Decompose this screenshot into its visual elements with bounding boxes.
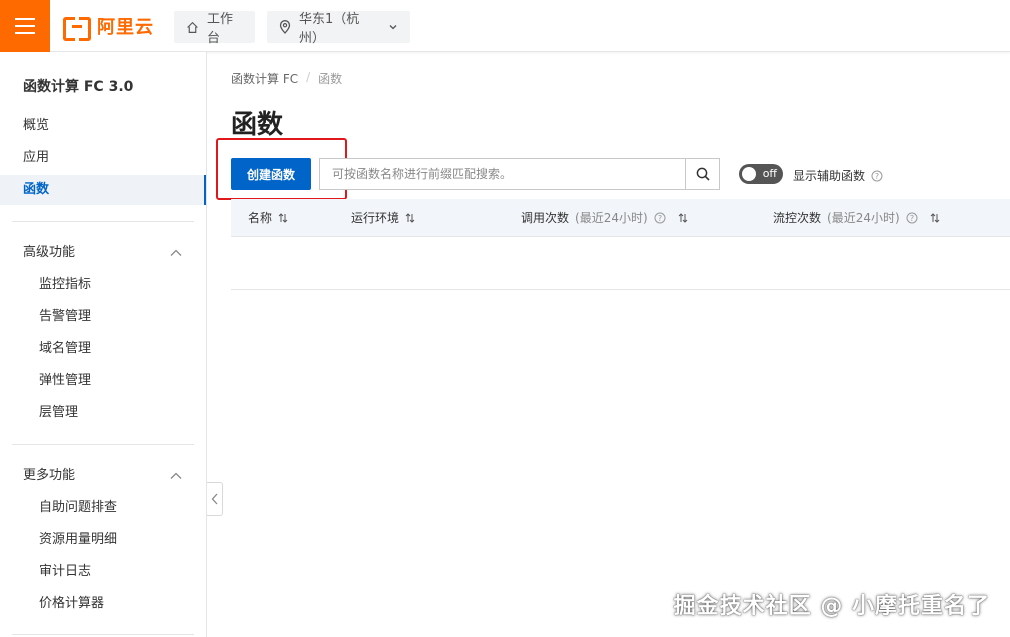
sort-icon[interactable] — [930, 213, 940, 223]
toggle-label-text: 显示辅助函数 — [793, 169, 866, 183]
search-icon — [696, 167, 710, 181]
location-pin-icon — [279, 20, 291, 34]
menu-icon[interactable] — [0, 0, 50, 52]
workbench-button[interactable]: 工作台 — [174, 11, 255, 46]
sidebar-item-apps[interactable]: 应用 — [0, 143, 206, 173]
sidebar-item-monitoring[interactable]: 监控指标 — [0, 270, 206, 300]
sort-icon[interactable] — [678, 213, 688, 223]
search-input[interactable] — [320, 159, 685, 189]
workbench-label: 工作台 — [207, 12, 234, 46]
svg-text:?: ? — [658, 214, 662, 223]
sidebar-item-overview[interactable]: 概览 — [0, 111, 206, 141]
aliyun-logo-icon — [63, 17, 91, 41]
breadcrumb-current: 函数 — [318, 72, 343, 86]
chevron-up-icon — [170, 249, 182, 256]
home-icon — [187, 21, 198, 33]
chevron-left-icon — [211, 493, 217, 505]
sidebar-item-elastic[interactable]: 弹性管理 — [0, 366, 206, 396]
svg-text:?: ? — [875, 171, 879, 180]
help-icon[interactable]: ? — [906, 212, 918, 224]
sidebar-item-price-calculator[interactable]: 价格计算器 — [0, 589, 206, 619]
search-bar — [319, 158, 720, 190]
sidebar-item-functions[interactable]: 函数 — [0, 175, 206, 205]
sidebar-divider — [12, 221, 194, 222]
toggle-label: 显示辅助函数 ? — [793, 167, 883, 184]
sidebar-item-layers[interactable]: 层管理 — [0, 398, 206, 428]
sidebar-title: 函数计算 FC 3.0 — [23, 79, 134, 95]
sidebar-divider — [12, 444, 194, 445]
search-button[interactable] — [685, 159, 719, 189]
sidebar-item-usage[interactable]: 资源用量明细 — [0, 525, 206, 555]
table-empty-body-border — [231, 289, 1010, 290]
help-icon[interactable]: ? — [654, 212, 666, 224]
region-selector[interactable]: 华东1（杭州） — [267, 11, 410, 46]
create-function-button[interactable]: 创建函数 — [231, 158, 311, 190]
sidebar-item-alerts[interactable]: 告警管理 — [0, 302, 206, 332]
sidebar-item-audit-log[interactable]: 审计日志 — [0, 557, 206, 587]
sidebar: 函数计算 FC 3.0 概览 应用 函数 高级功能 监控指标 告警管理 域名管理… — [0, 52, 207, 637]
show-helper-functions-toggle[interactable]: off — [739, 164, 783, 184]
sort-icon[interactable] — [278, 213, 288, 223]
breadcrumb-item[interactable]: 函数计算 FC — [231, 70, 298, 87]
svg-text:?: ? — [910, 214, 914, 223]
sidebar-divider — [12, 634, 194, 635]
sidebar-collapse-button[interactable] — [207, 482, 223, 516]
column-header-invocations[interactable]: 调用次数 (最近24小时) ? — [521, 199, 688, 237]
sidebar-item-troubleshoot[interactable]: 自助问题排查 — [0, 493, 206, 523]
page-title: 函数 — [231, 110, 284, 140]
column-header-name[interactable]: 名称 — [248, 199, 288, 237]
aliyun-logo[interactable]: 阿里云 — [63, 14, 154, 41]
sidebar-group-label: 更多功能 — [23, 468, 76, 483]
toggle-knob — [742, 167, 756, 181]
sidebar-group-label: 高级功能 — [23, 245, 76, 260]
sidebar-item-domains[interactable]: 域名管理 — [0, 334, 206, 364]
breadcrumb-separator: / — [306, 70, 311, 84]
top-bar: 阿里云 工作台 华东1（杭州） — [0, 0, 1010, 52]
sidebar-group-advanced[interactable]: 高级功能 — [0, 238, 206, 268]
column-header-runtime[interactable]: 运行环境 — [351, 199, 415, 237]
sidebar-group-more[interactable]: 更多功能 — [0, 461, 206, 491]
sort-icon[interactable] — [405, 213, 415, 223]
toggle-state-text: off — [762, 167, 777, 180]
breadcrumb: 函数计算 FC / 函数 — [231, 70, 342, 87]
help-icon[interactable]: ? — [871, 170, 883, 182]
table-header: 名称 运行环境 调用次数 (最近24小时) ? 流控次数 (最近24小时) ? — [231, 199, 1010, 237]
watermark: 掘金技术社区 @ 小摩托重名了 — [673, 594, 990, 619]
region-label: 华东1（杭州） — [299, 12, 360, 46]
chevron-down-icon — [389, 25, 397, 30]
column-header-throttles[interactable]: 流控次数 (最近24小时) ? — [773, 199, 940, 237]
chevron-up-icon — [170, 472, 182, 479]
